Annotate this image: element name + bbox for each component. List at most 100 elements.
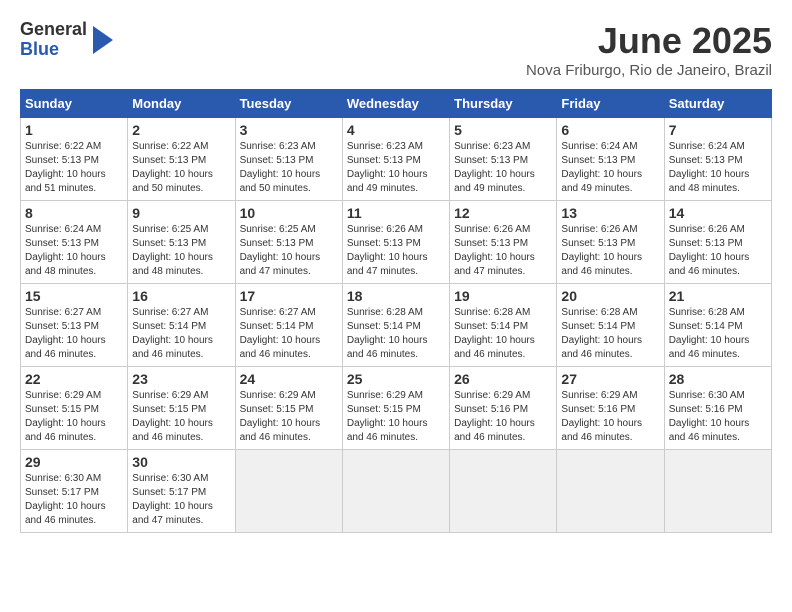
calendar-week-row: 22 Sunrise: 6:29 AM Sunset: 5:15 PM Dayl… — [21, 367, 772, 450]
day-number: 21 — [669, 288, 767, 304]
calendar-day-cell: 18 Sunrise: 6:28 AM Sunset: 5:14 PM Dayl… — [342, 284, 449, 367]
calendar-day-cell: 25 Sunrise: 6:29 AM Sunset: 5:15 PM Dayl… — [342, 367, 449, 450]
day-number: 25 — [347, 371, 445, 387]
day-info: Sunrise: 6:27 AM Sunset: 5:14 PM Dayligh… — [132, 306, 230, 362]
calendar-day-cell: 26 Sunrise: 6:29 AM Sunset: 5:16 PM Dayl… — [450, 367, 557, 450]
calendar-day-cell: 16 Sunrise: 6:27 AM Sunset: 5:14 PM Dayl… — [128, 284, 235, 367]
day-info: Sunrise: 6:30 AM Sunset: 5:16 PM Dayligh… — [669, 389, 767, 445]
day-number: 15 — [25, 288, 123, 304]
day-info: Sunrise: 6:25 AM Sunset: 5:13 PM Dayligh… — [132, 223, 230, 279]
day-number: 18 — [347, 288, 445, 304]
calendar-day-cell: 19 Sunrise: 6:28 AM Sunset: 5:14 PM Dayl… — [450, 284, 557, 367]
day-info: Sunrise: 6:24 AM Sunset: 5:13 PM Dayligh… — [561, 140, 659, 196]
calendar-day-cell — [664, 450, 771, 533]
page-header: General Blue June 2025 Nova Friburgo, Ri… — [20, 20, 772, 79]
day-info: Sunrise: 6:23 AM Sunset: 5:13 PM Dayligh… — [347, 140, 445, 196]
calendar-day-cell: 12 Sunrise: 6:26 AM Sunset: 5:13 PM Dayl… — [450, 201, 557, 284]
day-info: Sunrise: 6:27 AM Sunset: 5:13 PM Dayligh… — [25, 306, 123, 362]
day-info: Sunrise: 6:29 AM Sunset: 5:15 PM Dayligh… — [132, 389, 230, 445]
day-number: 7 — [669, 122, 767, 138]
calendar-day-cell: 1 Sunrise: 6:22 AM Sunset: 5:13 PM Dayli… — [21, 118, 128, 201]
calendar-day-cell: 13 Sunrise: 6:26 AM Sunset: 5:13 PM Dayl… — [557, 201, 664, 284]
calendar-day-cell — [450, 450, 557, 533]
calendar-day-cell: 15 Sunrise: 6:27 AM Sunset: 5:13 PM Dayl… — [21, 284, 128, 367]
calendar-table: SundayMondayTuesdayWednesdayThursdayFrid… — [20, 89, 772, 533]
day-info: Sunrise: 6:29 AM Sunset: 5:15 PM Dayligh… — [347, 389, 445, 445]
day-info: Sunrise: 6:26 AM Sunset: 5:13 PM Dayligh… — [669, 223, 767, 279]
day-number: 22 — [25, 371, 123, 387]
calendar-week-row: 29 Sunrise: 6:30 AM Sunset: 5:17 PM Dayl… — [21, 450, 772, 533]
day-number: 3 — [240, 122, 338, 138]
day-number: 28 — [669, 371, 767, 387]
logo-icon — [89, 26, 113, 54]
day-number: 4 — [347, 122, 445, 138]
weekday-header: Wednesday — [342, 90, 449, 118]
day-info: Sunrise: 6:29 AM Sunset: 5:16 PM Dayligh… — [454, 389, 552, 445]
day-info: Sunrise: 6:28 AM Sunset: 5:14 PM Dayligh… — [561, 306, 659, 362]
day-number: 6 — [561, 122, 659, 138]
calendar-day-cell: 27 Sunrise: 6:29 AM Sunset: 5:16 PM Dayl… — [557, 367, 664, 450]
calendar-day-cell: 14 Sunrise: 6:26 AM Sunset: 5:13 PM Dayl… — [664, 201, 771, 284]
day-info: Sunrise: 6:23 AM Sunset: 5:13 PM Dayligh… — [240, 140, 338, 196]
day-info: Sunrise: 6:22 AM Sunset: 5:13 PM Dayligh… — [25, 140, 123, 196]
day-info: Sunrise: 6:22 AM Sunset: 5:13 PM Dayligh… — [132, 140, 230, 196]
calendar-day-cell: 9 Sunrise: 6:25 AM Sunset: 5:13 PM Dayli… — [128, 201, 235, 284]
calendar-day-cell: 10 Sunrise: 6:25 AM Sunset: 5:13 PM Dayl… — [235, 201, 342, 284]
day-number: 2 — [132, 122, 230, 138]
day-info: Sunrise: 6:26 AM Sunset: 5:13 PM Dayligh… — [561, 223, 659, 279]
calendar-day-cell — [342, 450, 449, 533]
day-number: 13 — [561, 205, 659, 221]
day-info: Sunrise: 6:24 AM Sunset: 5:13 PM Dayligh… — [25, 223, 123, 279]
weekday-header: Saturday — [664, 90, 771, 118]
day-number: 19 — [454, 288, 552, 304]
day-number: 23 — [132, 371, 230, 387]
day-number: 11 — [347, 205, 445, 221]
day-info: Sunrise: 6:29 AM Sunset: 5:15 PM Dayligh… — [240, 389, 338, 445]
day-info: Sunrise: 6:30 AM Sunset: 5:17 PM Dayligh… — [132, 472, 230, 528]
day-number: 17 — [240, 288, 338, 304]
day-number: 5 — [454, 122, 552, 138]
location: Nova Friburgo, Rio de Janeiro, Brazil — [526, 62, 772, 79]
calendar-day-cell: 6 Sunrise: 6:24 AM Sunset: 5:13 PM Dayli… — [557, 118, 664, 201]
day-number: 9 — [132, 205, 230, 221]
day-info: Sunrise: 6:23 AM Sunset: 5:13 PM Dayligh… — [454, 140, 552, 196]
day-info: Sunrise: 6:24 AM Sunset: 5:13 PM Dayligh… — [669, 140, 767, 196]
calendar-day-cell: 23 Sunrise: 6:29 AM Sunset: 5:15 PM Dayl… — [128, 367, 235, 450]
calendar-week-row: 8 Sunrise: 6:24 AM Sunset: 5:13 PM Dayli… — [21, 201, 772, 284]
calendar-day-cell: 20 Sunrise: 6:28 AM Sunset: 5:14 PM Dayl… — [557, 284, 664, 367]
logo: General Blue — [20, 20, 113, 60]
day-number: 8 — [25, 205, 123, 221]
day-number: 14 — [669, 205, 767, 221]
day-info: Sunrise: 6:29 AM Sunset: 5:16 PM Dayligh… — [561, 389, 659, 445]
day-number: 24 — [240, 371, 338, 387]
weekday-header: Sunday — [21, 90, 128, 118]
calendar-day-cell: 24 Sunrise: 6:29 AM Sunset: 5:15 PM Dayl… — [235, 367, 342, 450]
day-info: Sunrise: 6:29 AM Sunset: 5:15 PM Dayligh… — [25, 389, 123, 445]
day-info: Sunrise: 6:26 AM Sunset: 5:13 PM Dayligh… — [454, 223, 552, 279]
calendar-week-row: 15 Sunrise: 6:27 AM Sunset: 5:13 PM Dayl… — [21, 284, 772, 367]
calendar-day-cell: 28 Sunrise: 6:30 AM Sunset: 5:16 PM Dayl… — [664, 367, 771, 450]
weekday-header: Monday — [128, 90, 235, 118]
calendar-day-cell: 11 Sunrise: 6:26 AM Sunset: 5:13 PM Dayl… — [342, 201, 449, 284]
day-number: 20 — [561, 288, 659, 304]
day-number: 10 — [240, 205, 338, 221]
day-number: 26 — [454, 371, 552, 387]
calendar-day-cell: 8 Sunrise: 6:24 AM Sunset: 5:13 PM Dayli… — [21, 201, 128, 284]
weekday-header-row: SundayMondayTuesdayWednesdayThursdayFrid… — [21, 90, 772, 118]
day-number: 1 — [25, 122, 123, 138]
weekday-header: Tuesday — [235, 90, 342, 118]
logo-general: General — [20, 20, 87, 40]
day-info: Sunrise: 6:30 AM Sunset: 5:17 PM Dayligh… — [25, 472, 123, 528]
calendar-day-cell: 5 Sunrise: 6:23 AM Sunset: 5:13 PM Dayli… — [450, 118, 557, 201]
calendar-day-cell: 3 Sunrise: 6:23 AM Sunset: 5:13 PM Dayli… — [235, 118, 342, 201]
title-block: June 2025 Nova Friburgo, Rio de Janeiro,… — [526, 20, 772, 79]
calendar-day-cell: 4 Sunrise: 6:23 AM Sunset: 5:13 PM Dayli… — [342, 118, 449, 201]
calendar-day-cell: 7 Sunrise: 6:24 AM Sunset: 5:13 PM Dayli… — [664, 118, 771, 201]
day-info: Sunrise: 6:26 AM Sunset: 5:13 PM Dayligh… — [347, 223, 445, 279]
calendar-week-row: 1 Sunrise: 6:22 AM Sunset: 5:13 PM Dayli… — [21, 118, 772, 201]
day-number: 29 — [25, 454, 123, 470]
calendar-day-cell: 2 Sunrise: 6:22 AM Sunset: 5:13 PM Dayli… — [128, 118, 235, 201]
calendar-day-cell — [557, 450, 664, 533]
weekday-header: Friday — [557, 90, 664, 118]
day-info: Sunrise: 6:25 AM Sunset: 5:13 PM Dayligh… — [240, 223, 338, 279]
